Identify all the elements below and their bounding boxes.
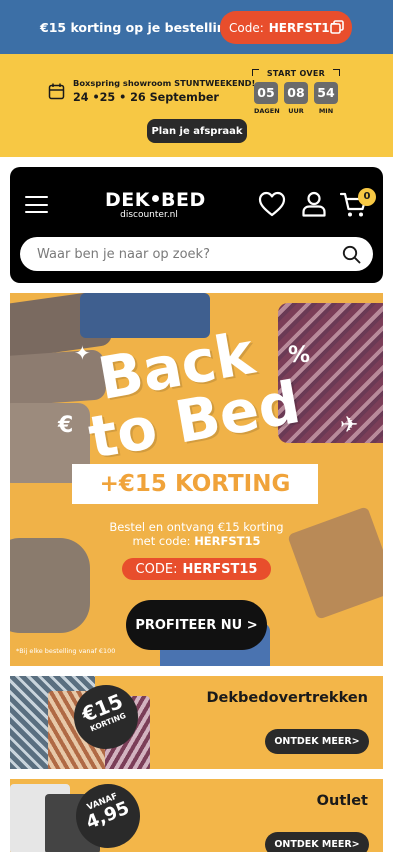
category-banner-outlet[interactable]: VANAF 4,95 Outlet ONTDEK MEER> — [10, 779, 383, 852]
hero-code-label: CODE: — [135, 561, 178, 577]
hero-code-pill: CODE: HERFST15 — [122, 558, 271, 580]
calendar-icon — [48, 83, 65, 100]
logo-text-right: BED — [160, 189, 206, 211]
showroom-bar: Boxspring showroom STUNTWEEKEND! 24 •25 … — [0, 54, 393, 157]
copy-icon — [330, 20, 344, 34]
percent-icon: % — [288, 343, 311, 368]
showroom-dates: 24 •25 • 26 September — [73, 91, 219, 104]
countdown-hours: 08 UUR — [284, 82, 308, 115]
showroom-title: Boxspring showroom STUNTWEEKEND! — [73, 78, 256, 88]
search-bar[interactable] — [20, 237, 373, 271]
countdown-hours-value: 08 — [284, 82, 308, 104]
ontdek-meer-button[interactable]: ONTDEK MEER> — [265, 729, 369, 754]
blanket-roll-image — [10, 538, 90, 633]
promo-bar: €15 korting op je bestelling! Code: HERF… — [0, 0, 393, 54]
logo[interactable]: DEK BED discounter.nl — [105, 189, 205, 223]
profiteer-button[interactable]: PROFITEER NU > — [126, 600, 267, 650]
countdown-minutes: 54 MIN — [314, 82, 338, 115]
hero-subtitle-2: met code: HERFST15 — [10, 534, 383, 548]
search-input[interactable] — [37, 237, 327, 271]
cart-count-badge: 0 — [358, 188, 376, 206]
paper-plane-icon: ✈ — [340, 413, 359, 438]
category-title: Outlet — [316, 793, 368, 809]
hero-subtitle-prefix: met code: — [132, 534, 191, 548]
hero-subtitle-1: Bestel en ontvang €15 korting — [109, 520, 284, 534]
ontdek-meer-button[interactable]: ONTDEK MEER> — [265, 832, 369, 852]
pillow-image — [10, 349, 107, 407]
category-title: Dekbedovertrekken — [206, 690, 368, 706]
sparkle-icon: ✦ — [74, 341, 91, 365]
logo-text-left: DEK — [105, 189, 150, 211]
code-label: Code: — [229, 20, 264, 35]
user-icon[interactable] — [301, 191, 327, 217]
heart-icon[interactable] — [258, 191, 286, 217]
countdown-days: 05 DAGEN — [254, 82, 280, 115]
copy-code-button[interactable]: Code: HERFST15 — [220, 11, 352, 44]
countdown-days-unit: DAGEN — [254, 107, 280, 115]
countdown-days-value: 05 — [254, 82, 278, 104]
promo-text: €15 korting op je bestelling! — [40, 19, 241, 35]
countdown-minutes-unit: MIN — [318, 107, 334, 115]
korting-label: +€15 KORTING — [72, 464, 318, 504]
site-header: DEK BED discounter.nl 0 — [10, 167, 383, 283]
hero-banner[interactable]: ✦ % € ✈ Back to Bed +€15 KORTING Bestel … — [10, 293, 383, 666]
hero-subtitle-code: HERFST15 — [194, 534, 261, 548]
search-icon[interactable] — [342, 245, 361, 264]
logo-subtitle: discounter.nl — [120, 210, 178, 220]
plan-appointment-button[interactable]: Plan je afspraak — [147, 119, 247, 143]
euro-icon: € — [58, 413, 74, 438]
countdown-minutes-value: 54 — [314, 82, 338, 104]
countdown-hours-unit: UUR — [288, 107, 304, 115]
countdown-label: START OVER — [266, 69, 326, 78]
code-value: HERFST15 — [268, 20, 338, 35]
hero-code-value: HERFST15 — [182, 561, 258, 577]
menu-icon[interactable] — [25, 196, 48, 213]
category-banner-dekbedovertrekken[interactable]: €15 KORTING Dekbedovertrekken ONTDEK MEE… — [10, 676, 383, 769]
fine-print: *Bij elke bestelling vanaf €100 — [16, 647, 116, 655]
